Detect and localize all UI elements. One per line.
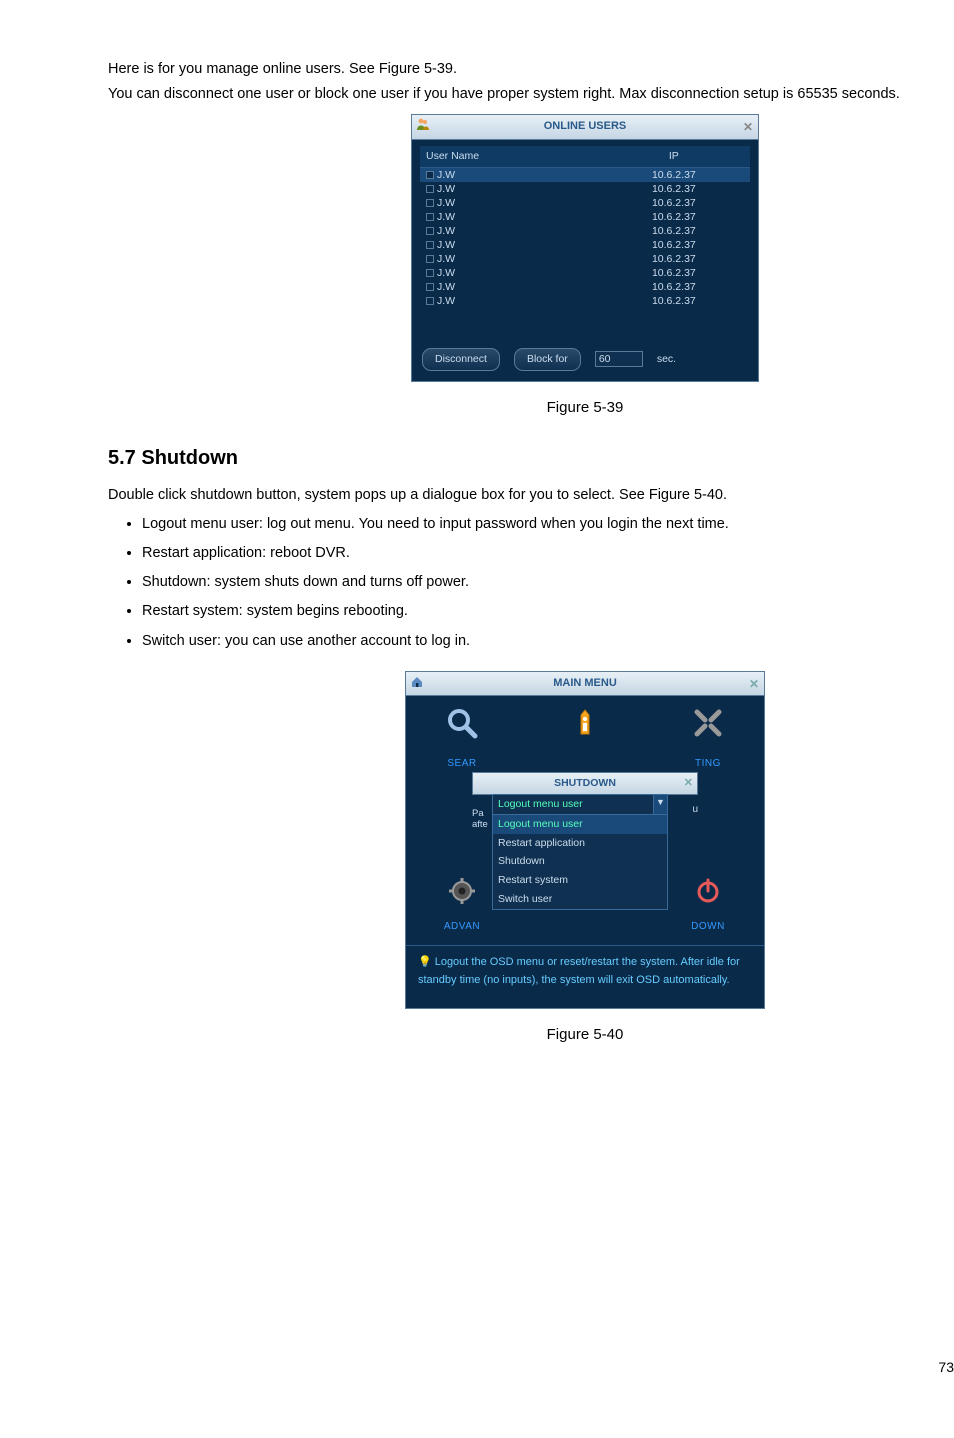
table-row[interactable]: J.W10.6.2.37 xyxy=(420,167,750,182)
right-cut-label: u xyxy=(692,802,698,818)
dropdown-option[interactable]: Restart application xyxy=(493,834,667,853)
advanced-label: ADVAN xyxy=(432,919,492,935)
dropdown-option[interactable]: Logout menu user xyxy=(493,815,667,834)
col-username[interactable]: User Name xyxy=(420,146,598,167)
info-menu-item[interactable] xyxy=(555,706,615,772)
section-heading: 5.7 Shutdown xyxy=(108,442,954,474)
page-number: 73 xyxy=(938,1356,954,1378)
list-item: Shutdown: system shuts down and turns of… xyxy=(142,569,954,594)
shutdown-dropdown[interactable]: Logout menu user ▼ Logout menu userResta… xyxy=(492,794,668,910)
table-row[interactable]: J.W10.6.2.37 xyxy=(420,280,750,294)
main-menu-title: MAIN MENU xyxy=(553,677,617,689)
home-icon xyxy=(410,674,424,694)
figure-2-caption: Figure 5-40 xyxy=(108,1023,954,1047)
main-menu-icon-row1: SEAR TING xyxy=(418,706,752,772)
row-checkbox[interactable] xyxy=(426,283,434,291)
online-users-controls: Disconnect Block for sec. xyxy=(412,340,758,381)
tip-bar: 💡Logout the OSD menu or reset/restart th… xyxy=(406,945,764,1007)
table-row[interactable]: J.W10.6.2.37 xyxy=(420,182,750,196)
close-icon[interactable]: ✕ xyxy=(684,775,693,793)
dropdown-selected[interactable]: Logout menu user ▼ xyxy=(493,795,667,815)
search-label: SEAR xyxy=(432,756,492,772)
figure-1-caption: Figure 5-39 xyxy=(108,396,954,420)
table-row[interactable]: J.W10.6.2.37 xyxy=(420,224,750,238)
main-menu-body: SEAR TING SHUTDOWN xyxy=(406,696,764,945)
list-item: Restart system: system begins rebooting. xyxy=(142,598,954,623)
block-for-button[interactable]: Block for xyxy=(514,348,581,371)
dropdown-option[interactable]: Switch user xyxy=(493,890,667,909)
row-checkbox[interactable] xyxy=(426,241,434,249)
list-item: Restart application: reboot DVR. xyxy=(142,540,954,565)
table-row[interactable]: J.W10.6.2.37 xyxy=(420,238,750,252)
lightbulb-icon: 💡 xyxy=(418,956,432,968)
online-users-table: User Name IP J.W10.6.2.37J.W10.6.2.37J.W… xyxy=(420,146,750,308)
block-seconds-input[interactable] xyxy=(595,351,643,367)
close-icon[interactable]: ✕ xyxy=(743,118,753,137)
intro-line-1: Here is for you manage online users. See… xyxy=(108,58,954,81)
info-icon xyxy=(555,706,615,754)
shutdown-popup-area: SHUTDOWN ✕ Pa afte u Logout menu user ▼ … xyxy=(432,778,738,893)
list-item: Switch user: you can use another account… xyxy=(142,628,954,653)
dropdown-option[interactable]: Restart system xyxy=(493,871,667,890)
row-checkbox[interactable] xyxy=(426,199,434,207)
close-icon[interactable]: ✕ xyxy=(749,675,759,694)
intro-line-2: You can disconnect one user or block one… xyxy=(108,83,954,106)
row-checkbox[interactable] xyxy=(426,185,434,193)
shutdown-options-list: Logout menu user: log out menu. You need… xyxy=(108,511,954,653)
row-checkbox[interactable] xyxy=(426,213,434,221)
seconds-label: sec. xyxy=(657,351,676,368)
table-row[interactable]: J.W10.6.2.37 xyxy=(420,210,750,224)
tip-text: Logout the OSD menu or reset/restart the… xyxy=(418,956,740,986)
shutdown-popup-titlebar: SHUTDOWN ✕ xyxy=(472,772,698,795)
dropdown-option[interactable]: Shutdown xyxy=(493,852,667,871)
figure-1-wrap: ONLINE USERS ✕ User Name IP J.W10.6.2.37… xyxy=(108,114,954,381)
col-ip[interactable]: IP xyxy=(598,146,750,167)
wrench-icon xyxy=(678,706,738,754)
online-users-dialog: ONLINE USERS ✕ User Name IP J.W10.6.2.37… xyxy=(411,114,759,381)
list-item: Logout menu user: log out menu. You need… xyxy=(142,511,954,536)
main-menu-dialog: MAIN MENU ✕ SEAR xyxy=(405,671,765,1009)
search-menu-item[interactable]: SEAR xyxy=(432,706,492,772)
figure-2-wrap: MAIN MENU ✕ SEAR xyxy=(108,671,954,1009)
row-checkbox[interactable] xyxy=(426,171,434,179)
table-row[interactable]: J.W10.6.2.37 xyxy=(420,252,750,266)
online-users-titlebar: ONLINE USERS ✕ xyxy=(412,115,758,140)
shutdown-label: DOWN xyxy=(678,919,738,935)
section-intro: Double click shutdown button, system pop… xyxy=(108,484,954,507)
row-checkbox[interactable] xyxy=(426,297,434,305)
table-row[interactable]: J.W10.6.2.37 xyxy=(420,266,750,280)
online-users-title: ONLINE USERS xyxy=(544,120,627,132)
left-cut-labels: Pa afte xyxy=(472,808,488,830)
disconnect-button[interactable]: Disconnect xyxy=(422,348,500,371)
row-checkbox[interactable] xyxy=(426,227,434,235)
shutdown-popup-title: SHUTDOWN xyxy=(554,777,616,789)
users-icon xyxy=(416,117,430,138)
setting-label: TING xyxy=(678,756,738,772)
setting-menu-item[interactable]: TING xyxy=(678,706,738,772)
main-menu-titlebar: MAIN MENU ✕ xyxy=(406,672,764,697)
info-label xyxy=(555,756,615,772)
row-checkbox[interactable] xyxy=(426,255,434,263)
chevron-down-icon[interactable]: ▼ xyxy=(653,795,667,814)
row-checkbox[interactable] xyxy=(426,269,434,277)
search-icon xyxy=(432,706,492,754)
table-row[interactable]: J.W10.6.2.37 xyxy=(420,196,750,210)
table-row[interactable]: J.W10.6.2.37 xyxy=(420,294,750,308)
